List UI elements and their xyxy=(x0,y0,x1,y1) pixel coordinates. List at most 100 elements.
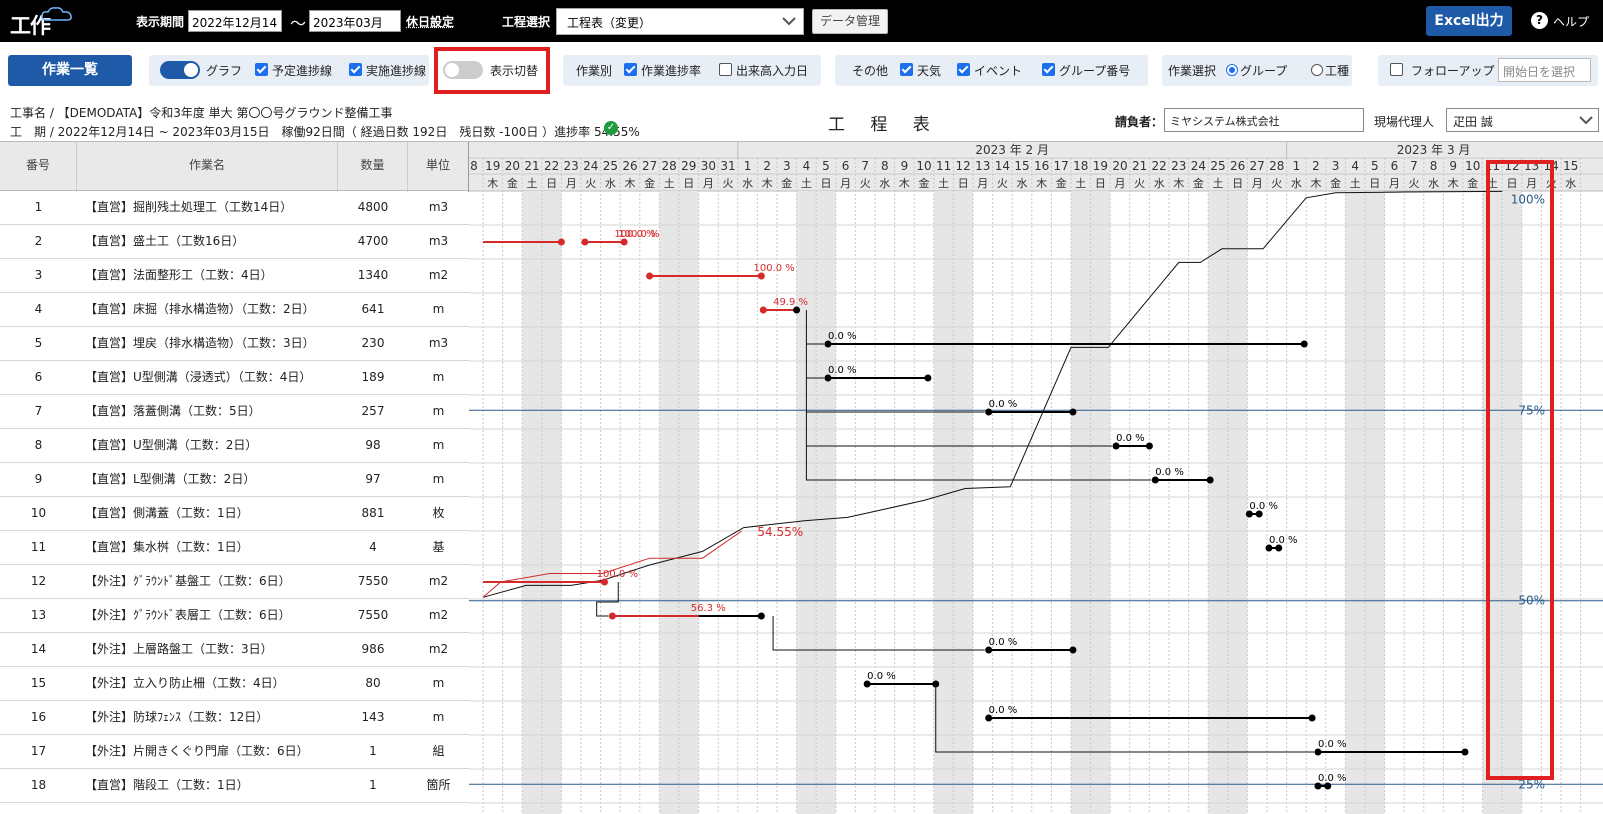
help-icon[interactable]: ? xyxy=(1531,12,1548,29)
day-label: 24 xyxy=(583,159,598,173)
task-milestone-dot[interactable] xyxy=(557,238,565,246)
period-start-input[interactable]: 2022年12月14日 xyxy=(188,10,282,47)
header-qty[interactable]: 数量 xyxy=(338,142,408,192)
task-milestone-dot[interactable] xyxy=(581,238,589,246)
table-row[interactable]: 9 【直営】L型側溝（工数：2日） 97 m xyxy=(0,463,469,497)
weekend-column xyxy=(679,191,699,814)
table-row[interactable]: 11 【直営】集水桝（工数：1日） 4 基 xyxy=(0,531,469,565)
weekday-label: 金 xyxy=(1056,176,1067,190)
header-name[interactable]: 作業名 xyxy=(77,142,338,192)
output-input-checkbox[interactable] xyxy=(719,63,732,76)
day-label: 12 xyxy=(956,159,971,173)
task-milestone-dot[interactable] xyxy=(759,306,767,314)
task-milestone-dot[interactable] xyxy=(1308,714,1316,722)
table-row[interactable]: 1 【直営】掘削残土処理工（工数14日） 4800 m3 xyxy=(0,191,469,225)
table-row[interactable]: 18 【直営】階段工（工数：1日） 1 箇所 xyxy=(0,769,469,803)
day-label: 6 xyxy=(1391,159,1399,173)
cell-unit: m xyxy=(432,370,445,384)
weekday-label: 土 xyxy=(938,177,949,190)
start-date-input[interactable]: 開始日を選択 xyxy=(1498,58,1591,82)
task-milestone-dot[interactable] xyxy=(608,612,616,620)
group-no-checkbox[interactable] xyxy=(1042,63,1055,76)
day-label: 18 xyxy=(1073,159,1088,173)
table-row[interactable]: 4 【直営】床掘（排水構造物）（工数：2日） 641 m xyxy=(0,293,469,327)
holiday-setting-link[interactable]: 休日設定 xyxy=(406,13,454,30)
actual-progress-checkbox[interactable] xyxy=(349,63,362,76)
cell-unit: m2 xyxy=(428,642,449,656)
table-row[interactable]: 8 【直営】U型側溝（工数：2日） 98 m xyxy=(0,429,469,463)
table-row[interactable]: 12 【外注】ｸﾞﾗｳﾝﾄﾞ基盤工（工数：6日） 7550 m2 xyxy=(0,565,469,599)
weekday-label: 月 xyxy=(840,177,851,190)
table-row[interactable]: 17 【外注】片開きくぐり門扉（工数：6日） 1 組 xyxy=(0,735,469,769)
cell-name: 【直営】側溝蓋（工数：1日） xyxy=(85,506,249,520)
agent-label: 現場代理人 xyxy=(1374,115,1435,129)
weekend-column xyxy=(659,191,679,814)
task-milestone-dot[interactable] xyxy=(924,374,932,382)
weather-checkbox[interactable] xyxy=(900,63,913,76)
header-unit[interactable]: 単位 xyxy=(408,142,469,192)
weekday-label: 木 xyxy=(625,177,636,190)
table-row[interactable]: 15 【外注】立入り防止柵（工数：4日） 80 m xyxy=(0,667,469,701)
planned-progress-checkbox[interactable] xyxy=(255,63,268,76)
day-label: 21 xyxy=(1132,159,1147,173)
task-milestone-dot[interactable] xyxy=(646,272,654,280)
data-manage-button[interactable]: データ管理 xyxy=(812,9,888,34)
table-row[interactable]: 16 【外注】防球ﾌｪﾝｽ（工数：12日） 143 m xyxy=(0,701,469,735)
table-row[interactable]: 3 【直営】法面整形工（工数：4日） 1340 m2 xyxy=(0,259,469,293)
day-label: 8 xyxy=(1430,159,1438,173)
weekend-column xyxy=(953,191,973,814)
day-label: 5 xyxy=(822,159,830,173)
cell-qty: 641 xyxy=(361,302,385,316)
follow-up-checkbox[interactable] xyxy=(1390,63,1403,76)
follow-up-label: フォローアップ xyxy=(1411,64,1495,78)
task-milestone-dot[interactable] xyxy=(1206,476,1214,484)
weekday-label: 月 xyxy=(1252,177,1263,190)
table-row[interactable]: 14 【外注】上層路盤工（工数：3日） 986 m2 xyxy=(0,633,469,667)
weekday-label: 金 xyxy=(919,176,930,190)
table-row[interactable]: 10 【直営】側溝蓋（工数：1日） 881 枚 xyxy=(0,497,469,531)
day-label: 29 xyxy=(681,159,696,173)
task-milestone-dot[interactable] xyxy=(1300,340,1308,348)
table-header: 番号 作業名 数量 単位 xyxy=(0,141,469,192)
group-radio[interactable] xyxy=(1226,64,1238,76)
help-link[interactable]: ヘルプ xyxy=(1553,13,1589,30)
work-progress-checkbox[interactable] xyxy=(624,63,637,76)
header-no[interactable]: 番号 xyxy=(0,142,77,192)
event-checkbox[interactable] xyxy=(957,63,970,76)
work-select-label: 作業選択 xyxy=(1168,64,1217,78)
display-switch-toggle[interactable] xyxy=(443,61,483,79)
kind-radio[interactable] xyxy=(1311,64,1323,76)
task-milestone-dot[interactable] xyxy=(757,612,765,620)
cell-unit: m3 xyxy=(428,336,449,350)
cell-qty: 1 xyxy=(369,778,377,792)
agent-select[interactable]: 疋田 誠 xyxy=(1446,108,1599,132)
table-row[interactable]: 7 【直営】落蓋側溝（工数：5日） 257 m xyxy=(0,395,469,429)
period-end-input[interactable]: 2023年03月15日 xyxy=(309,10,401,47)
contractor-input[interactable]: ミヤシステム株式会社 xyxy=(1164,108,1364,132)
table-row[interactable]: 5 【直営】埋戻（排水構造物）（工数：3日） 230 m3 xyxy=(0,327,469,361)
day-label: 31 xyxy=(720,159,735,173)
process-select[interactable]: 工程表（変更） xyxy=(556,8,804,35)
day-label: 23 xyxy=(1171,159,1186,173)
group-radio-label: グループ xyxy=(1240,64,1288,78)
weekday-label: 月 xyxy=(703,177,714,190)
excel-export-button[interactable]: Excel出力 xyxy=(1426,6,1512,36)
weekday-label: 土 xyxy=(801,177,812,190)
cell-no: 17 xyxy=(30,744,47,758)
app-logo[interactable]: 工作 xyxy=(10,6,76,38)
task-milestone-dot[interactable] xyxy=(1461,748,1469,756)
task-milestone-dot[interactable] xyxy=(1145,442,1153,450)
table-row[interactable]: 2 【直営】盛土工（工数16日） 4700 m3 xyxy=(0,225,469,259)
cell-no: 10 xyxy=(30,506,47,520)
day-label: 7 xyxy=(1410,159,1418,173)
task-milestone-dot[interactable] xyxy=(1069,408,1077,416)
task-milestone-dot[interactable] xyxy=(1069,646,1077,654)
progress-ref-label: 75% xyxy=(1518,403,1545,417)
table-row[interactable]: 13 【外注】ｸﾞﾗｳﾝﾄﾞ表層工（工数：6日） 7550 m2 xyxy=(0,599,469,633)
graph-toggle[interactable] xyxy=(160,61,200,79)
cell-unit: m2 xyxy=(428,268,449,282)
day-label: 7 xyxy=(861,159,869,173)
work-list-button[interactable]: 作業一覧 xyxy=(8,55,132,86)
table-row[interactable]: 6 【直営】U型側溝（浸透式）（工数：4日） 189 m xyxy=(0,361,469,395)
weekday-label: 月 xyxy=(1526,177,1537,190)
